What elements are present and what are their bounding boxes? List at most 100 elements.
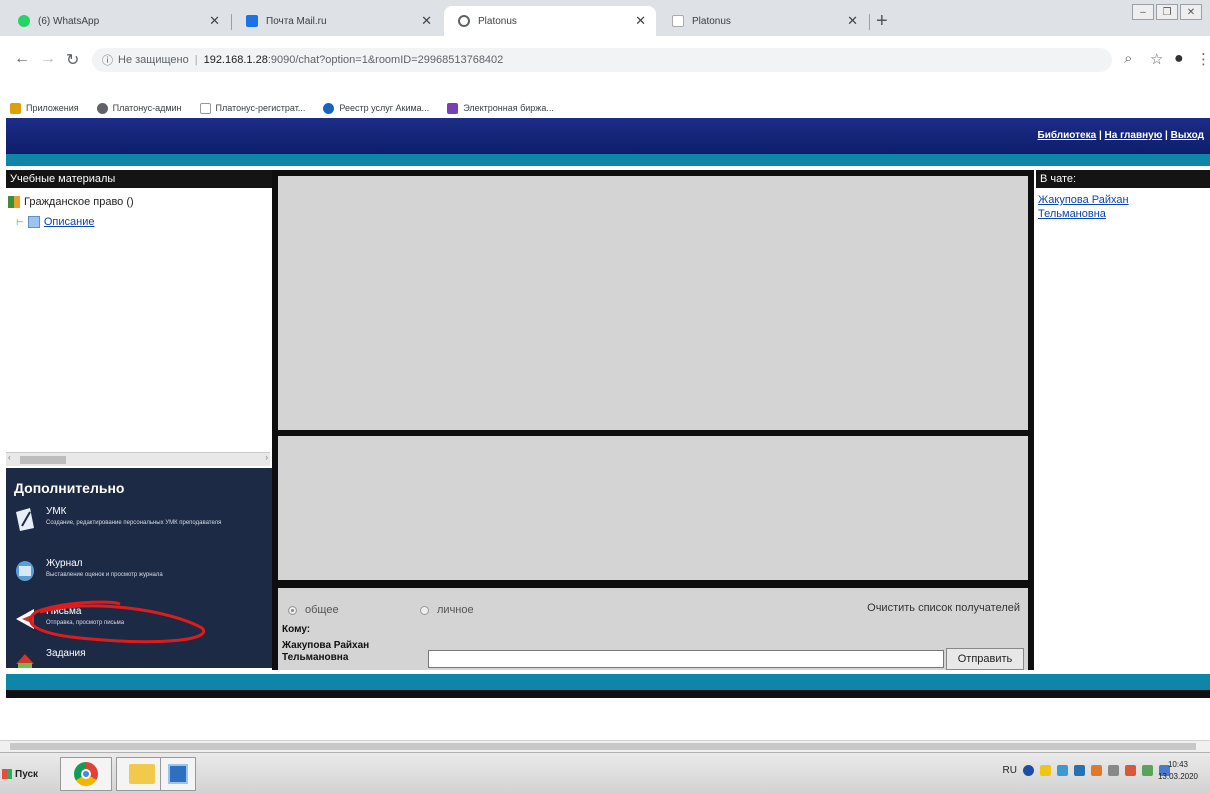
- new-tab-button[interactable]: +: [876, 10, 888, 33]
- security-icon[interactable]: [1023, 765, 1034, 776]
- menu-item-description: Создание, редактирование персональных УМ…: [46, 520, 222, 526]
- chat-controls: общее личное Очистить список получателей…: [278, 588, 1028, 670]
- close-tab-icon[interactable]: ✕: [421, 13, 432, 29]
- scroll-right-arrow-icon[interactable]: ›: [265, 453, 268, 462]
- close-tab-icon[interactable]: ✕: [847, 13, 858, 29]
- bookmark-platonus-admin[interactable]: Платонус-админ: [96, 102, 182, 114]
- materials-horizontal-scrollbar[interactable]: ‹ ›: [6, 452, 270, 466]
- taskbar-chrome[interactable]: [60, 757, 112, 791]
- tree-expander-icon[interactable]: ⊢: [16, 217, 24, 228]
- menu-icon[interactable]: ⋮: [1196, 50, 1210, 68]
- bookmark-label: Платонус-админ: [112, 103, 182, 113]
- bookmark-platonus-registrar[interactable]: Платонус-регистрат...: [199, 102, 306, 114]
- page-horizontal-scrollbar[interactable]: [0, 740, 1210, 752]
- star-icon[interactable]: ☆: [1150, 50, 1163, 68]
- forward-arrow-icon[interactable]: →: [40, 50, 56, 68]
- update-icon[interactable]: [1091, 765, 1102, 776]
- tree-item-label: Гражданское право (): [24, 196, 134, 208]
- folder-icon: [129, 764, 155, 784]
- radio-button-checked[interactable]: [288, 605, 297, 615]
- bookmark-label: Платонус-регистрат...: [215, 103, 306, 113]
- radio-private[interactable]: личное: [420, 604, 474, 616]
- chat-user-link[interactable]: Тельмановна: [1038, 208, 1106, 220]
- info-icon[interactable]: ⓘ: [102, 52, 113, 68]
- minimize-icon[interactable]: –: [1132, 4, 1154, 20]
- bookmark-exchange[interactable]: Электронная биржа...: [447, 102, 554, 114]
- menu-item-letters[interactable]: Письма Отправка, просмотр письма: [14, 606, 246, 632]
- library-link[interactable]: Библиотека: [1038, 130, 1097, 141]
- in-chat-panel-title: В чате:: [1036, 170, 1210, 188]
- volume-icon[interactable]: [1108, 765, 1119, 776]
- recipient-line: Жакупова Райхан: [282, 640, 370, 651]
- globe-icon: [323, 102, 335, 114]
- menu-item-journal[interactable]: Журнал Выставление оценок и просмотр жур…: [14, 558, 246, 584]
- start-button[interactable]: Пуск: [2, 763, 48, 785]
- tab-title: Platonus: [478, 15, 517, 27]
- bookmark-label: Реестр услуг Акима...: [339, 103, 430, 113]
- restore-icon[interactable]: ❐: [1156, 4, 1178, 20]
- materials-tree: Гражданское право () ⊢ Описание: [6, 188, 270, 458]
- apps-grid-icon: [10, 102, 21, 114]
- menu-item-description: Отправка, просмотр письма: [46, 620, 125, 626]
- taskbar-app[interactable]: [160, 757, 196, 791]
- windows-taskbar: Пуск RU 10:43 13.03.2020: [0, 752, 1210, 794]
- radio-general[interactable]: общее: [288, 604, 339, 616]
- tasks-icon: [16, 654, 34, 668]
- close-tab-icon[interactable]: ✕: [635, 13, 646, 29]
- site-header: Библиотека | На главную | Выход: [6, 118, 1210, 154]
- page-icon: [672, 15, 684, 27]
- taskbar-clock[interactable]: 10:43 13.03.2020: [1158, 759, 1198, 783]
- close-window-icon[interactable]: ✕: [1180, 4, 1202, 20]
- journal-icon: [16, 561, 34, 581]
- start-label: Пуск: [15, 768, 39, 780]
- scrollbar-thumb[interactable]: [20, 456, 66, 464]
- tab-platonus-active[interactable]: Platonus ✕: [444, 6, 656, 36]
- message-input[interactable]: [428, 650, 944, 668]
- radio-button[interactable]: [420, 605, 429, 615]
- header-links: Библиотека | На главную | Выход: [1038, 130, 1204, 141]
- send-button[interactable]: Отправить: [946, 648, 1024, 670]
- antivirus-icon[interactable]: [1074, 765, 1085, 776]
- home-link[interactable]: На главную: [1105, 130, 1163, 141]
- language-indicator[interactable]: RU: [1003, 765, 1017, 776]
- help-icon[interactable]: [1040, 765, 1051, 776]
- network-icon[interactable]: [1057, 765, 1068, 776]
- additional-panel: Дополнительно УМК Создание, редактирован…: [6, 468, 272, 668]
- windows-logo-icon: [2, 769, 12, 779]
- menu-item-tasks[interactable]: Задания: [14, 648, 86, 668]
- tree-item-description[interactable]: ⊢ Описание: [16, 216, 94, 228]
- menu-item-description: Выставление оценок и просмотр журнала: [46, 572, 163, 578]
- scrollbar-thumb[interactable]: [10, 743, 1196, 750]
- exchange-icon: [447, 102, 459, 114]
- envelope-icon: [16, 609, 34, 629]
- address-bar[interactable]: ⓘ Не защищено | 192.168.1.28 :9090/chat?…: [92, 48, 1112, 72]
- chat-messages-area: [278, 176, 1028, 430]
- tab-whatsapp[interactable]: (6) WhatsApp ✕: [4, 6, 230, 36]
- battery-icon[interactable]: [1125, 765, 1136, 776]
- tab-mail[interactable]: Почта Mail.ru ✕: [232, 6, 442, 36]
- tree-item-civil-law[interactable]: Гражданское право (): [8, 196, 134, 208]
- bookmark-apps[interactable]: Приложения: [10, 102, 79, 114]
- bookmark-services-registry[interactable]: Реестр услуг Акима...: [323, 102, 430, 114]
- materials-panel-title: Учебные материалы: [6, 170, 272, 188]
- menu-item-umk[interactable]: УМК Создание, редактирование персональны…: [14, 506, 246, 532]
- additional-panel-title: Дополнительно: [14, 480, 125, 496]
- address-separator: |: [194, 54, 198, 66]
- scroll-left-arrow-icon[interactable]: ‹: [8, 453, 11, 462]
- globe-icon: [96, 102, 108, 114]
- usb-icon[interactable]: [1142, 765, 1153, 776]
- chat-user-link[interactable]: Жакупова Райхан: [1038, 194, 1129, 206]
- profile-icon[interactable]: ●: [1174, 50, 1184, 68]
- whatsapp-icon: [18, 15, 30, 27]
- description-link[interactable]: Описание: [44, 216, 95, 228]
- clock-date: 13.03.2020: [1157, 772, 1198, 781]
- back-arrow-icon[interactable]: ←: [14, 50, 30, 68]
- zoom-icon[interactable]: ⌕: [1124, 50, 1132, 67]
- close-tab-icon[interactable]: ✕: [209, 13, 220, 29]
- reload-icon[interactable]: ↻: [66, 50, 79, 70]
- clear-recipients-button[interactable]: Очистить список получателей: [867, 602, 1020, 614]
- logout-link[interactable]: Выход: [1171, 130, 1204, 141]
- browser-tab-strip: (6) WhatsApp ✕ Почта Mail.ru ✕ Platonus …: [0, 0, 1210, 36]
- tab-platonus[interactable]: Platonus ✕: [658, 6, 868, 36]
- clock-time: 10:43: [1167, 760, 1188, 769]
